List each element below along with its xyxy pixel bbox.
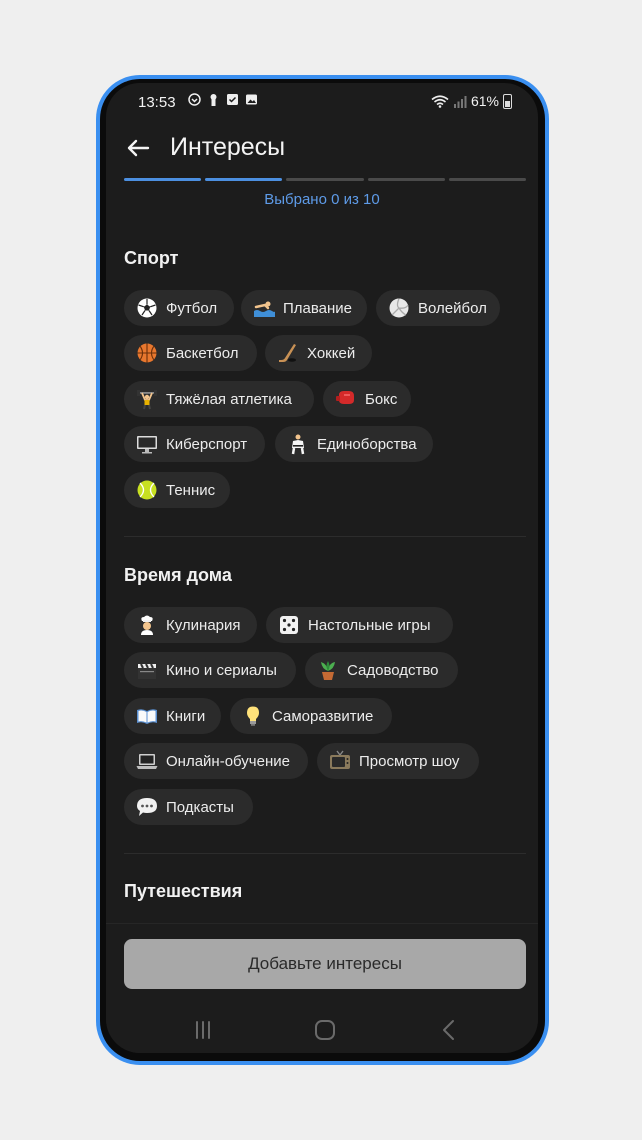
martial-arts-icon: [291, 434, 305, 455]
sync-icon: [188, 93, 201, 106]
bottom-action-bar: Добавьте интересы: [106, 923, 538, 1053]
chip-self-development[interactable]: Саморазвитие: [230, 698, 392, 734]
chip-label: Тяжёлая атлетика: [166, 390, 292, 408]
status-time: 13:53: [138, 94, 176, 111]
chip-label: Баскетбол: [166, 344, 239, 362]
swimming-icon: [254, 301, 275, 317]
chip-label: Бокс: [365, 390, 398, 408]
chip-label: Книги: [166, 707, 206, 725]
chip-label: Онлайн-обучение: [166, 752, 290, 770]
television-icon: [330, 750, 350, 769]
chip-label: Плавание: [283, 299, 353, 317]
interests-list[interactable]: Спорт Футбол Плавание Волейбол Баскетбол: [106, 225, 538, 925]
chip-label: Единоборства: [317, 435, 417, 453]
tennis-ball-icon: [137, 480, 157, 500]
progress-segment: [367, 178, 445, 181]
chip-volleyball[interactable]: Волейбол: [376, 290, 500, 326]
volleyball-icon: [389, 298, 409, 318]
chip-books[interactable]: Книги: [124, 698, 221, 734]
section-title: Спорт: [124, 248, 179, 268]
add-interests-button[interactable]: Добавьте интересы: [124, 939, 526, 989]
progress-segment: [286, 178, 364, 181]
battery-icon: [503, 93, 512, 109]
clapper-board-icon: [138, 663, 156, 679]
section-title: Путешествия: [124, 881, 243, 901]
progress-segment: [124, 178, 202, 181]
step-progress: [124, 178, 527, 182]
chip-podcasts[interactable]: Подкасты: [124, 789, 253, 825]
chip-swimming[interactable]: Плавание: [241, 290, 367, 326]
soccer-ball-icon: [137, 298, 157, 318]
status-system-icons: 61%: [431, 93, 512, 109]
chip-label: Кино и сериалы: [166, 661, 277, 679]
cook-icon: [141, 615, 153, 635]
chip-label: Настольные игры: [308, 616, 431, 634]
battery-percent: 61%: [470, 93, 499, 109]
chip-football[interactable]: Футбол: [124, 290, 234, 326]
chip-online-learning[interactable]: Онлайн-обучение: [124, 743, 308, 779]
chip-label: Кулинария: [166, 616, 241, 634]
chip-board-games[interactable]: Настольные игры: [266, 607, 453, 643]
chip-label: Теннис: [166, 481, 216, 499]
chip-label: Садоводство: [347, 661, 439, 679]
status-notification-icons: [188, 93, 258, 106]
laptop-icon: [136, 754, 158, 769]
section-divider: [124, 853, 526, 854]
chip-label: Киберспорт: [166, 435, 248, 453]
recent-apps-icon[interactable]: [188, 1018, 218, 1042]
chip-esports[interactable]: Киберспорт: [124, 426, 265, 462]
speech-bubble-icon: [137, 798, 157, 816]
chip-gardening[interactable]: Садоводство: [305, 652, 458, 688]
chip-basketball[interactable]: Баскетбол: [124, 335, 257, 371]
signal-icon: [453, 95, 467, 108]
app-bar: Интересы: [106, 123, 538, 173]
hockey-stick-icon: [279, 344, 296, 362]
progress-segment: [448, 178, 527, 181]
selection-counter: Выбрано 0 из 10: [264, 191, 380, 208]
back-arrow-icon[interactable]: [122, 132, 154, 164]
wifi-icon: [431, 94, 449, 108]
phone-screen: 13:53 61% Интересы Выбрано 0 из 10 Спорт: [106, 83, 538, 1053]
checkbox-icon: [227, 94, 238, 105]
progress-segment: [205, 178, 283, 181]
chip-martial-arts[interactable]: Единоборства: [275, 426, 433, 462]
section-title: Время дома: [124, 565, 232, 585]
section-divider: [124, 536, 526, 537]
chip-cooking[interactable]: Кулинария: [124, 607, 257, 643]
chip-hockey[interactable]: Хоккей: [265, 335, 372, 371]
boxing-glove-icon: [336, 391, 354, 404]
open-book-icon: [137, 709, 157, 724]
monitor-icon: [137, 436, 157, 454]
chip-label: Саморазвитие: [272, 707, 374, 725]
status-bar: 13:53 61%: [106, 83, 538, 123]
chip-label: Волейбол: [418, 299, 487, 317]
chip-label: Хоккей: [307, 344, 356, 362]
chip-label: Футбол: [166, 299, 218, 317]
chip-movies[interactable]: Кино и сериалы: [124, 652, 296, 688]
page-title: Интересы: [170, 133, 286, 161]
chip-tennis[interactable]: Теннис: [124, 472, 230, 508]
potted-plant-icon: [321, 661, 335, 680]
chip-boxing[interactable]: Бокс: [323, 381, 411, 417]
light-bulb-icon: [247, 706, 259, 726]
chip-label: Просмотр шоу: [359, 752, 460, 770]
chip-weightlifting[interactable]: Тяжёлая атлетика: [124, 381, 314, 417]
basketball-icon: [137, 343, 157, 363]
system-nav-bar: [106, 1012, 538, 1048]
chip-watching-shows[interactable]: Просмотр шоу: [317, 743, 479, 779]
image-icon: [246, 94, 257, 105]
keyhole-icon: [210, 94, 217, 106]
home-icon[interactable]: [310, 1018, 340, 1042]
weightlifter-icon: [137, 390, 157, 410]
nav-back-icon[interactable]: [434, 1018, 464, 1042]
dice-icon: [280, 616, 298, 634]
chip-label: Подкасты: [166, 798, 234, 816]
